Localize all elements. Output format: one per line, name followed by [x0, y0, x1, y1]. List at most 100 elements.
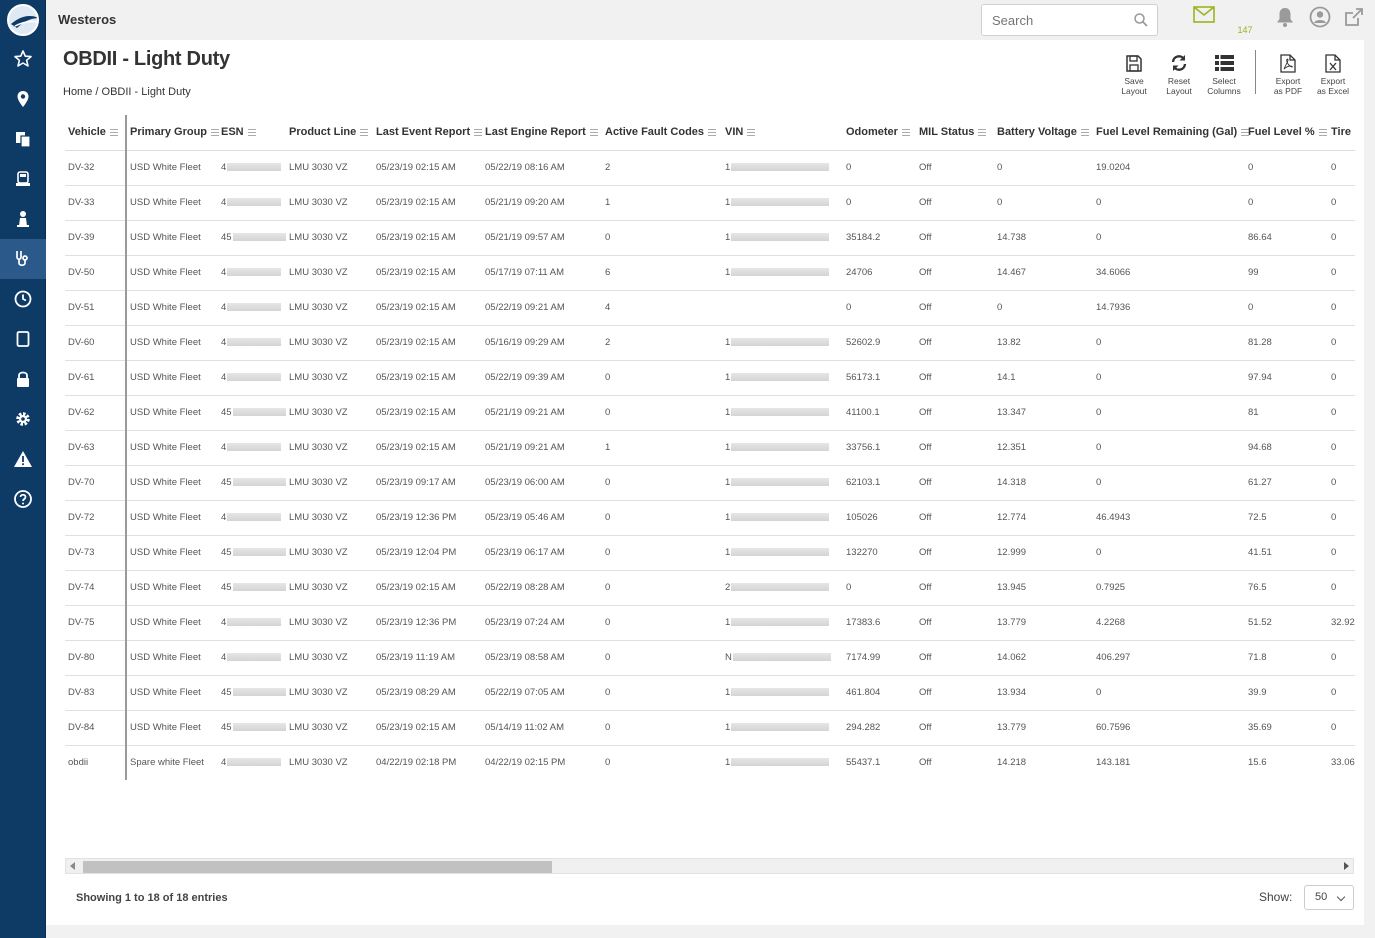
table-row[interactable]: DV-51 USD White Fleet 4 LMU 3030 VZ 05/23/19… — [65, 290, 1355, 326]
table-row[interactable]: DV-61 USD White Fleet 4 LMU 3030 VZ 05/23/19… — [65, 360, 1355, 396]
table-cell: 05/14/19 11:02 AM — [482, 710, 602, 746]
scroll-left-arrow-icon[interactable] — [70, 862, 75, 870]
column-header[interactable]: Last Engine Report — [482, 115, 602, 151]
breadcrumb-home[interactable]: Home — [63, 86, 92, 98]
column-menu-icon[interactable] — [474, 128, 483, 136]
search-box[interactable] — [981, 4, 1158, 36]
table-row[interactable]: DV-80 USD White Fleet 4 LMU 3030 VZ 05/23/19… — [65, 640, 1355, 676]
select-columns-button[interactable]: Select Columns — [1202, 52, 1246, 96]
table-cell: DV-83 — [65, 675, 126, 711]
search-input[interactable] — [982, 5, 1122, 35]
table-row[interactable]: DV-70 USD White Fleet 45 LMU 3030 VZ 05/23/1… — [65, 465, 1355, 501]
column-header[interactable]: Tire — [1328, 115, 1355, 151]
column-header[interactable]: Vehicle — [65, 115, 126, 151]
alert-icon[interactable] — [0, 439, 46, 479]
column-menu-icon[interactable] — [109, 128, 118, 136]
user-account-icon[interactable] — [1308, 6, 1332, 32]
table-row[interactable]: obdii Spare white Fleet 4 LMU 3030 VZ 04/22/… — [65, 745, 1355, 780]
table-cell: 05/23/19 06:17 AM — [482, 535, 602, 571]
table-cell: 0 — [1328, 535, 1355, 571]
table-cell: 24706 — [843, 255, 916, 291]
column-menu-icon[interactable] — [589, 128, 598, 136]
column-menu-icon[interactable] — [360, 128, 369, 136]
column-header[interactable]: Fuel Level % — [1245, 115, 1328, 151]
column-header[interactable]: MIL Status — [916, 115, 994, 151]
table-row[interactable]: DV-33 USD White Fleet 4 LMU 3030 VZ 05/23/19… — [65, 185, 1355, 221]
table-cell: 13.945 — [994, 570, 1093, 606]
tablet-icon[interactable] — [0, 319, 46, 359]
table-row[interactable]: DV-72 USD White Fleet 4 LMU 3030 VZ 05/23/19… — [65, 500, 1355, 536]
table-row[interactable]: DV-75 USD White Fleet 4 LMU 3030 VZ 05/23/19… — [65, 605, 1355, 641]
table-row[interactable]: DV-60 USD White Fleet 4 LMU 3030 VZ 05/23/19… — [65, 325, 1355, 361]
redacted-value — [731, 373, 830, 382]
table-cell: 4 — [218, 185, 286, 221]
table-row[interactable]: DV-62 USD White Fleet 45 LMU 3030 VZ 05/23/1… — [65, 395, 1355, 431]
column-header[interactable]: Fuel Level Remaining (Gal) — [1093, 115, 1250, 151]
column-header[interactable]: Odometer — [843, 115, 916, 151]
redacted-value — [731, 268, 830, 277]
external-link-icon[interactable] — [1342, 6, 1366, 32]
bell-icon[interactable] — [1273, 6, 1297, 32]
column-menu-icon[interactable] — [1080, 128, 1089, 136]
reset-layout-button[interactable]: Reset Layout — [1157, 52, 1201, 96]
location-pin-icon[interactable] — [0, 79, 46, 119]
column-header[interactable]: VIN — [722, 115, 843, 151]
table-row[interactable]: DV-63 USD White Fleet 4 LMU 3030 VZ 05/23/19… — [65, 430, 1355, 466]
table-row[interactable]: DV-73 USD White Fleet 45 LMU 3030 VZ 05/23/1… — [65, 535, 1355, 571]
scrollbar-thumb[interactable] — [83, 861, 552, 873]
table-row[interactable]: DV-83 USD White Fleet 45 LMU 3030 VZ 05/23/1… — [65, 675, 1355, 711]
table-cell: 13.934 — [994, 675, 1093, 711]
column-header[interactable]: Last Event Report — [373, 115, 483, 151]
table-cell: 45 — [218, 220, 286, 256]
search-icon[interactable] — [1133, 12, 1149, 28]
horizontal-scrollbar[interactable] — [65, 858, 1354, 874]
save-layout-button[interactable]: Save Layout — [1112, 52, 1156, 96]
table-cell: Off — [916, 465, 994, 501]
column-menu-icon[interactable] — [708, 128, 717, 136]
column-header[interactable]: Active Fault Codes — [602, 115, 722, 151]
redacted-value — [731, 758, 830, 767]
star-icon[interactable] — [0, 39, 46, 79]
column-menu-icon[interactable] — [978, 128, 987, 136]
table-cell: 05/23/19 08:58 AM — [482, 640, 602, 676]
clock-icon[interactable] — [0, 279, 46, 319]
table-cell: 05/23/19 02:15 AM — [373, 325, 482, 361]
table-row[interactable]: DV-84 USD White Fleet 45 LMU 3030 VZ 05/23/1… — [65, 710, 1355, 746]
table-cell: 6 — [602, 255, 722, 291]
table-cell: 41.51 — [1245, 535, 1328, 571]
app-logo[interactable] — [7, 4, 39, 36]
export-pdf-button[interactable]: Export as PDF — [1266, 52, 1310, 96]
table-cell: 143.181 — [1093, 745, 1245, 780]
table-row[interactable]: DV-74 USD White Fleet 45 LMU 3030 VZ 05/23/1… — [65, 570, 1355, 606]
gear-icon[interactable] — [0, 399, 46, 439]
redacted-value — [227, 338, 282, 347]
export-excel-button[interactable]: Export as Excel — [1311, 52, 1355, 96]
table-row[interactable]: DV-39 USD White Fleet 45 LMU 3030 VZ 05/23/1… — [65, 220, 1355, 256]
column-header[interactable]: Battery Voltage — [994, 115, 1093, 151]
column-header[interactable]: ESN — [218, 115, 286, 151]
documents-icon[interactable] — [0, 119, 46, 159]
table-cell: 1 — [722, 605, 843, 641]
scroll-right-arrow-icon[interactable] — [1344, 862, 1349, 870]
table-cell: 05/23/19 11:19 AM — [373, 640, 482, 676]
column-header[interactable]: Product Line — [286, 115, 373, 151]
redacted-value — [232, 408, 286, 417]
redacted-value — [731, 723, 830, 732]
driver-icon[interactable] — [0, 199, 46, 239]
column-header[interactable]: Primary Group — [125, 115, 220, 151]
column-menu-icon[interactable] — [747, 128, 756, 136]
table-cell: 05/23/19 12:36 PM — [373, 500, 482, 536]
column-menu-icon[interactable] — [247, 128, 256, 136]
table-row[interactable]: DV-32 USD White Fleet 4 LMU 3030 VZ 05/23/19… — [65, 150, 1355, 186]
lock-icon[interactable] — [0, 359, 46, 399]
column-menu-icon[interactable] — [1318, 128, 1327, 136]
table-cell: 0 — [602, 640, 722, 676]
table-cell: 1 — [722, 500, 843, 536]
help-icon[interactable] — [0, 479, 46, 519]
diagnostics-icon[interactable] — [0, 239, 46, 279]
page-size-select[interactable]: 50 — [1304, 885, 1354, 910]
column-menu-icon[interactable] — [901, 128, 910, 136]
mail-icon[interactable] — [1192, 6, 1216, 32]
vehicle-icon[interactable] — [0, 159, 46, 199]
table-row[interactable]: DV-50 USD White Fleet 4 LMU 3030 VZ 05/23/19… — [65, 255, 1355, 291]
